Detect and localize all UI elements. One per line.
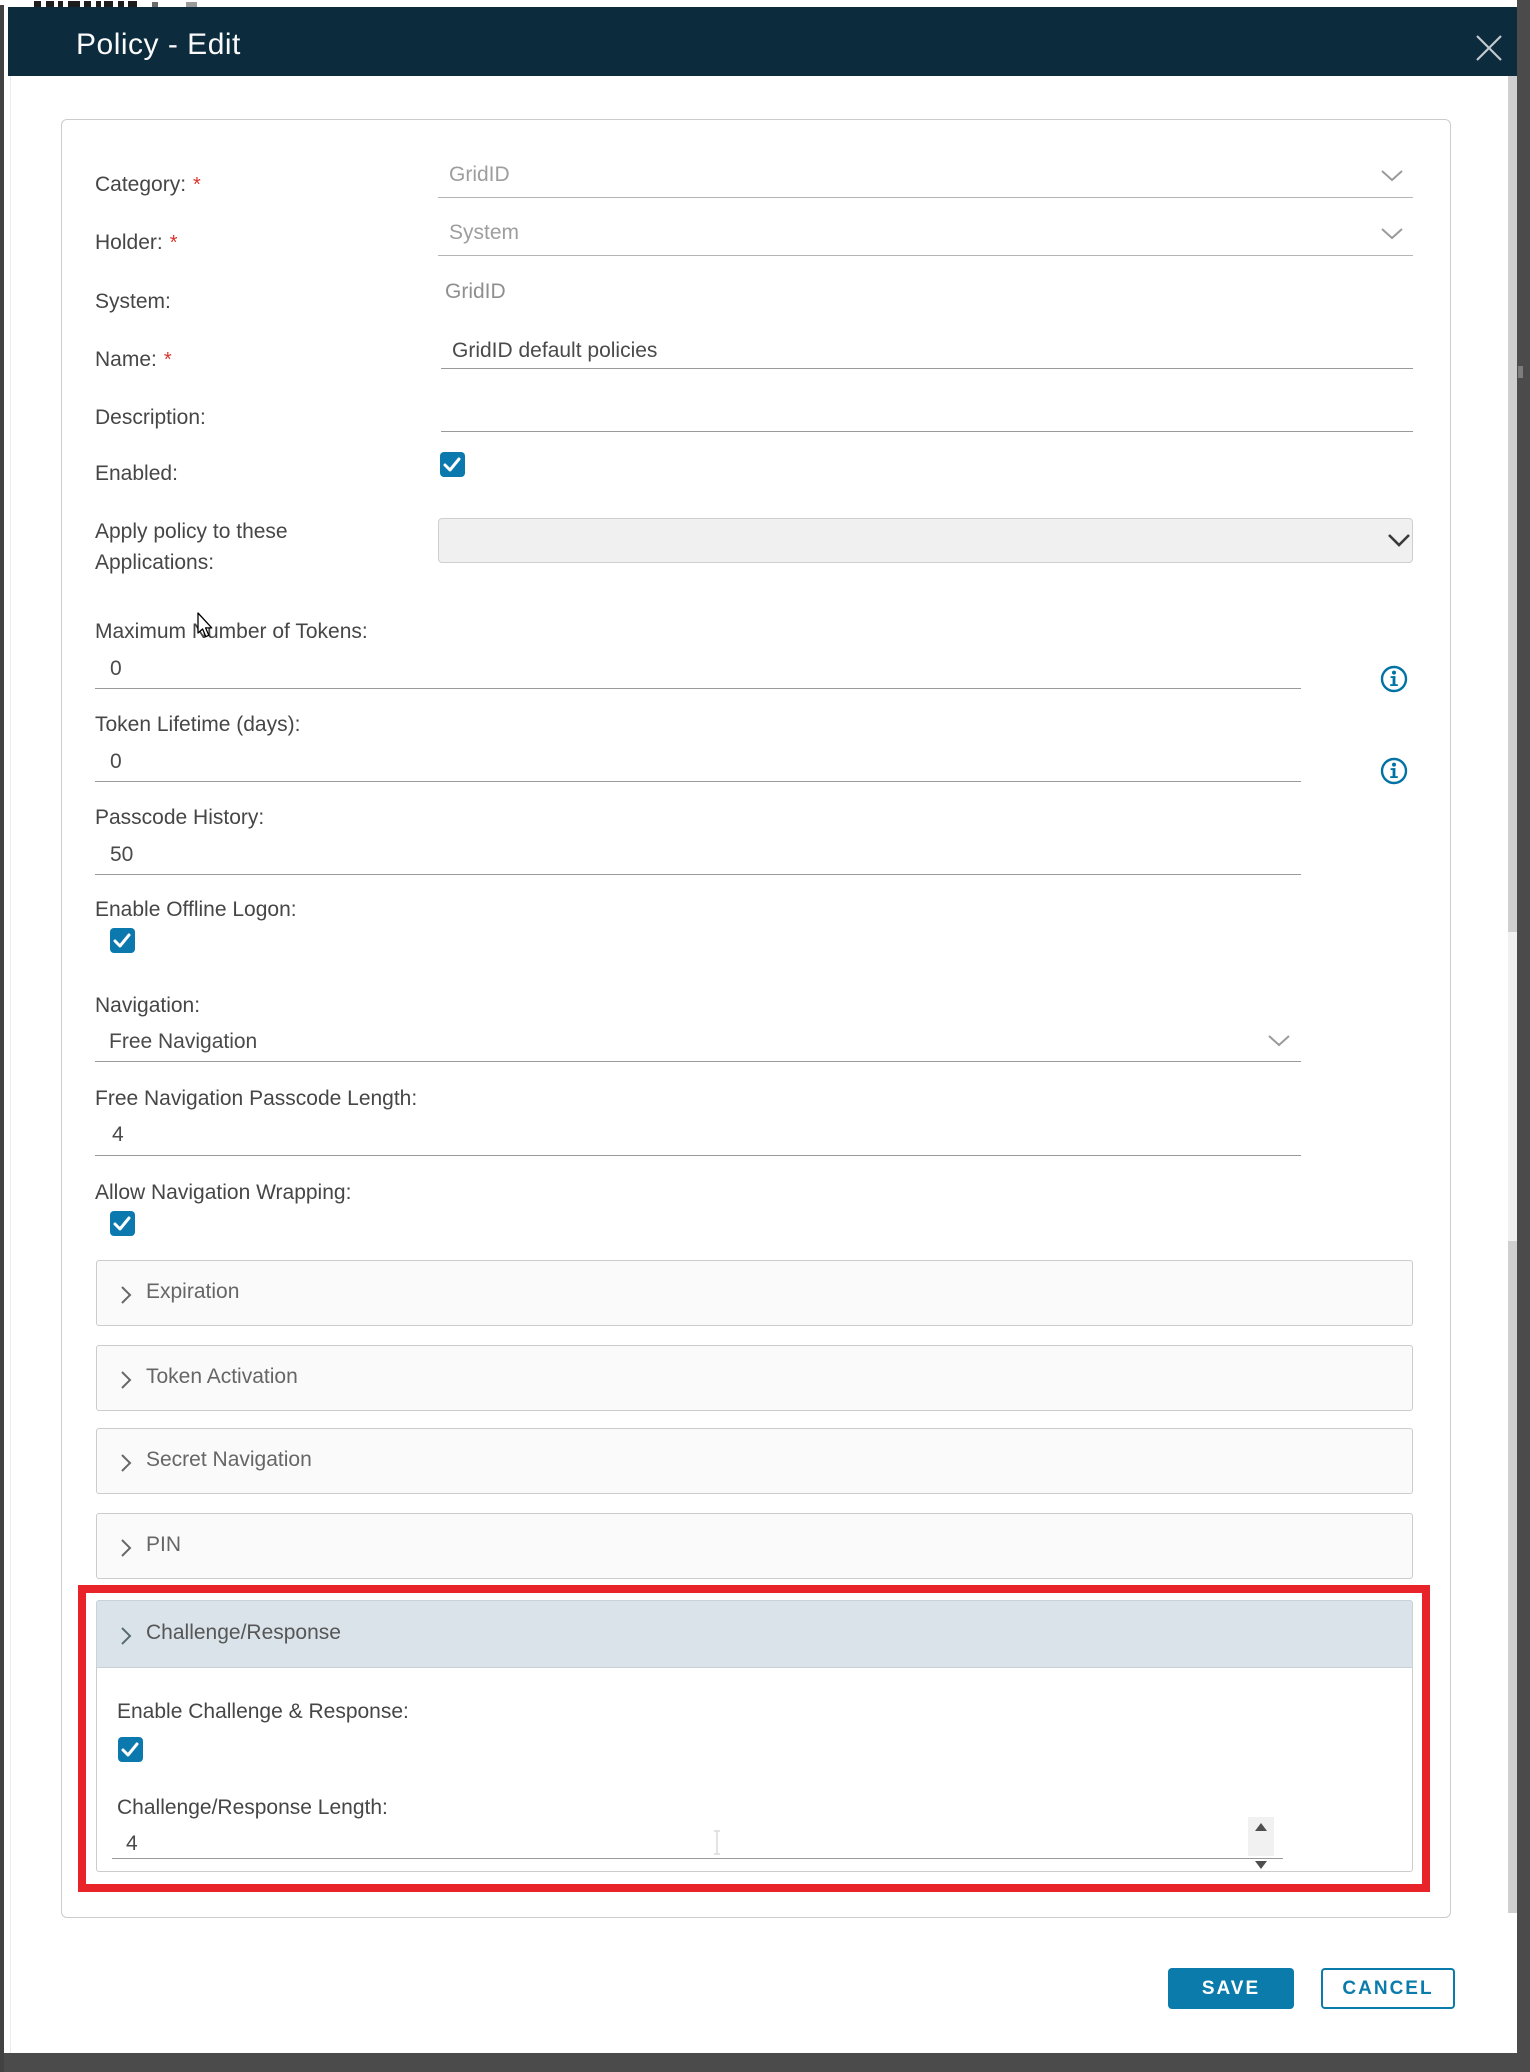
spinner-up-icon[interactable] bbox=[1248, 1817, 1274, 1836]
mouse-cursor bbox=[196, 612, 216, 645]
info-icon[interactable] bbox=[1379, 756, 1409, 791]
window-bottom-edge bbox=[4, 2053, 1517, 2072]
token-lifetime-input[interactable]: 0 bbox=[110, 750, 122, 774]
section-label: Expiration bbox=[146, 1280, 239, 1304]
free-nav-length-input[interactable]: 4 bbox=[112, 1123, 124, 1147]
offline-logon-label: Enable Offline Logon: bbox=[95, 898, 297, 922]
system-value: GridID bbox=[445, 280, 506, 304]
spinner-down-icon[interactable] bbox=[1248, 1836, 1274, 1855]
page-title: Policy - Edit bbox=[76, 28, 241, 62]
category-label: Category:* bbox=[95, 173, 201, 197]
save-button[interactable]: SAVE bbox=[1168, 1968, 1294, 2009]
nav-wrapping-checkbox[interactable] bbox=[110, 1211, 135, 1236]
vertical-scrollbar-thumb[interactable] bbox=[1508, 932, 1517, 1241]
enabled-label: Enabled: bbox=[95, 462, 178, 486]
edge-notch bbox=[1518, 366, 1523, 378]
max-tokens-label: Maximum Number of Tokens: bbox=[95, 620, 368, 644]
chevron-right-icon bbox=[119, 1536, 133, 1565]
checkbox-check-icon bbox=[118, 1737, 143, 1762]
section-expiration[interactable]: Expiration bbox=[96, 1260, 1413, 1326]
text-cursor bbox=[712, 1829, 722, 1856]
name-label: Name:* bbox=[95, 348, 172, 372]
challenge-response-body bbox=[96, 1668, 1413, 1872]
number-spinner bbox=[1248, 1817, 1274, 1856]
required-marker: * bbox=[164, 349, 172, 371]
section-challenge-response[interactable]: Challenge/Response bbox=[96, 1600, 1413, 1668]
section-label: Secret Navigation bbox=[146, 1448, 312, 1472]
enable-challenge-label: Enable Challenge & Response: bbox=[117, 1700, 409, 1724]
required-marker: * bbox=[170, 232, 178, 254]
chevron-down-icon bbox=[1385, 532, 1413, 550]
chevron-right-icon bbox=[119, 1368, 133, 1397]
section-token-activation[interactable]: Token Activation bbox=[96, 1345, 1413, 1411]
window-left-edge bbox=[0, 5, 4, 2072]
background-page-sliver bbox=[0, 0, 1530, 7]
system-label: System: bbox=[95, 290, 171, 314]
close-icon[interactable] bbox=[1470, 29, 1508, 67]
section-label: PIN bbox=[146, 1533, 181, 1557]
apply-policy-select[interactable] bbox=[438, 518, 1413, 563]
token-lifetime-label: Token Lifetime (days): bbox=[95, 713, 300, 737]
chevron-right-icon bbox=[119, 1283, 133, 1312]
offline-logon-checkbox[interactable] bbox=[110, 928, 135, 953]
policy-edit-screen: Policy - Edit Category:* GridID Holder:*… bbox=[0, 0, 1530, 2072]
passcode-history-label: Passcode History: bbox=[95, 806, 264, 830]
navigation-select-value[interactable]: Free Navigation bbox=[109, 1030, 257, 1054]
modal-bottom bbox=[4, 2013, 1508, 2055]
section-label: Token Activation bbox=[146, 1365, 298, 1389]
apply-policy-label-line1: Apply policy to these bbox=[95, 520, 288, 544]
description-label: Description: bbox=[95, 406, 206, 430]
apply-policy-label-line2: Applications: bbox=[95, 551, 214, 575]
section-pin[interactable]: PIN bbox=[96, 1513, 1413, 1579]
name-input[interactable]: GridID default policies bbox=[452, 339, 657, 363]
checkbox-check-icon bbox=[110, 928, 135, 953]
chevron-right-icon bbox=[119, 1451, 133, 1480]
navigation-label: Navigation: bbox=[95, 994, 200, 1018]
checkbox-check-icon bbox=[440, 452, 465, 477]
chevron-down-icon[interactable] bbox=[1379, 226, 1405, 247]
chevron-down-icon[interactable] bbox=[1379, 168, 1405, 189]
save-button-label: SAVE bbox=[1202, 1978, 1260, 2000]
modal-left-border bbox=[10, 76, 11, 2053]
holder-select-value[interactable]: System bbox=[449, 221, 519, 245]
challenge-length-input[interactable]: 4 bbox=[126, 1832, 138, 1856]
challenge-length-label: Challenge/Response Length: bbox=[117, 1796, 388, 1820]
free-nav-length-label: Free Navigation Passcode Length: bbox=[95, 1087, 417, 1111]
info-icon[interactable] bbox=[1379, 664, 1409, 699]
checkbox-check-icon bbox=[110, 1211, 135, 1236]
enable-challenge-checkbox[interactable] bbox=[118, 1737, 143, 1762]
cancel-button[interactable]: CANCEL bbox=[1321, 1968, 1455, 2009]
section-secret-navigation[interactable]: Secret Navigation bbox=[96, 1428, 1413, 1494]
required-marker: * bbox=[193, 174, 201, 196]
window-right-edge bbox=[1517, 0, 1530, 2072]
holder-label: Holder:* bbox=[95, 231, 178, 255]
passcode-history-input[interactable]: 50 bbox=[110, 843, 133, 867]
enabled-checkbox[interactable] bbox=[440, 452, 465, 477]
cancel-button-label: CANCEL bbox=[1342, 1978, 1433, 2000]
nav-wrapping-label: Allow Navigation Wrapping: bbox=[95, 1181, 351, 1205]
chevron-down-icon[interactable] bbox=[1266, 1033, 1292, 1054]
section-label: Challenge/Response bbox=[146, 1621, 341, 1645]
modal-header: Policy - Edit bbox=[8, 7, 1517, 76]
chevron-right-icon bbox=[119, 1624, 133, 1653]
category-select-value[interactable]: GridID bbox=[449, 163, 510, 187]
max-tokens-input[interactable]: 0 bbox=[110, 657, 122, 681]
